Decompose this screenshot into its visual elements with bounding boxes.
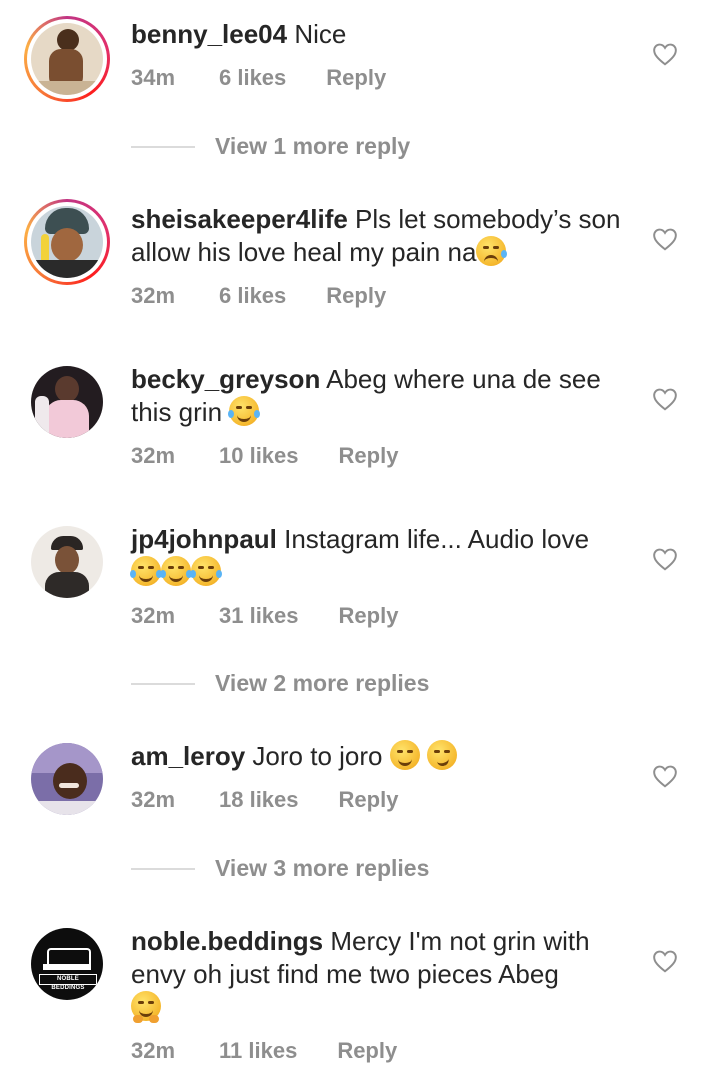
heart-outline-icon[interactable] [652, 547, 678, 571]
divider-line [131, 682, 195, 685]
smirking-face-emoji [426, 740, 457, 770]
divider-line [131, 867, 195, 870]
tears-of-joy-emoji [190, 556, 222, 586]
comment-meta: 32m 11 likes Reply [131, 1038, 397, 1064]
avatar-image: NOBLE BEDDINGS [31, 928, 103, 1000]
avatar[interactable] [31, 526, 103, 598]
timestamp: 32m [131, 603, 176, 628]
timestamp: 32m [131, 787, 176, 812]
comment-text-block: benny_lee04 Nice [131, 18, 621, 51]
view-more-label: View 2 more replies [215, 670, 430, 696]
reply-button[interactable]: Reply [339, 787, 399, 813]
timestamp: 32m [131, 443, 176, 468]
likes-count[interactable]: 11 likes [219, 1038, 297, 1064]
comment-text: Nice [294, 19, 347, 49]
avatar-image [31, 743, 103, 815]
tears-of-joy-emoji [160, 556, 192, 586]
avatar[interactable] [31, 743, 103, 815]
avatar [31, 23, 103, 95]
likes-count[interactable]: 31 likes [219, 603, 299, 629]
comment-text-block: noble.beddings Mercy I'm not grin with e… [131, 925, 621, 1024]
username[interactable]: am_leroy [131, 741, 245, 771]
username[interactable]: jp4johnpaul [131, 524, 277, 554]
tears-of-joy-emoji [228, 396, 261, 426]
likes-count[interactable]: 6 likes [219, 65, 286, 91]
username[interactable]: sheisakeeper4life [131, 204, 348, 234]
comment-meta: 34m 6 likes Reply [131, 65, 386, 91]
relieved-face-emoji [389, 740, 420, 770]
view-more-replies[interactable]: View 2 more replies [131, 670, 429, 697]
avatar [31, 206, 103, 278]
avatar[interactable] [31, 366, 103, 438]
view-more-label: View 1 more reply [215, 133, 411, 159]
avatar[interactable]: NOBLE BEDDINGS [31, 928, 103, 1000]
crying-face-emoji [476, 236, 508, 266]
reply-button[interactable]: Reply [339, 603, 399, 629]
heart-outline-icon[interactable] [652, 387, 678, 411]
likes-count[interactable]: 6 likes [219, 283, 286, 309]
username[interactable]: becky_greyson [131, 364, 320, 394]
hugging-face-emoji [131, 991, 161, 1023]
heart-outline-icon[interactable] [652, 764, 678, 788]
avatar-story-ring[interactable] [24, 16, 110, 102]
comment-meta: 32m 10 likes Reply [131, 443, 398, 469]
divider-line [131, 145, 195, 148]
username[interactable]: benny_lee04 [131, 19, 287, 49]
timestamp: 34m [131, 65, 176, 90]
comment-text-block: jp4johnpaul Instagram life... Audio love [130, 523, 621, 589]
reply-button[interactable]: Reply [326, 65, 386, 91]
comment-meta: 32m 31 likes Reply [131, 603, 398, 629]
timestamp: 32m [131, 283, 176, 308]
heart-outline-icon[interactable] [652, 949, 678, 973]
tears-of-joy-emoji [130, 556, 162, 586]
view-more-replies[interactable]: View 3 more replies [131, 855, 429, 882]
brand-logo-text: NOBLE BEDDINGS [39, 974, 97, 991]
reply-button[interactable]: Reply [326, 283, 386, 309]
heart-outline-icon[interactable] [652, 42, 678, 66]
view-more-label: View 3 more replies [215, 855, 430, 881]
comment-text: Joro to joro [252, 741, 383, 771]
avatar-image [31, 526, 103, 598]
reply-button[interactable]: Reply [339, 443, 399, 469]
likes-count[interactable]: 10 likes [219, 443, 299, 469]
reply-button[interactable]: Reply [337, 1038, 397, 1064]
heart-outline-icon[interactable] [652, 227, 678, 251]
comment-text-block: sheisakeeper4life Pls let somebody’s son… [131, 203, 621, 269]
likes-count[interactable]: 18 likes [219, 787, 299, 813]
view-more-replies[interactable]: View 1 more reply [131, 133, 410, 160]
timestamp: 32m [131, 1038, 176, 1063]
comment-text: Instagram life... Audio love [284, 524, 590, 554]
username[interactable]: noble.beddings [131, 926, 323, 956]
avatar-story-ring[interactable] [24, 199, 110, 285]
avatar-image [31, 366, 103, 438]
comment-meta: 32m 6 likes Reply [131, 283, 386, 309]
comment-text-block: becky_greyson Abeg where una de see this… [131, 363, 621, 429]
comment-meta: 32m 18 likes Reply [131, 787, 398, 813]
comment-text-block: am_leroy Joro to joro [131, 740, 621, 773]
